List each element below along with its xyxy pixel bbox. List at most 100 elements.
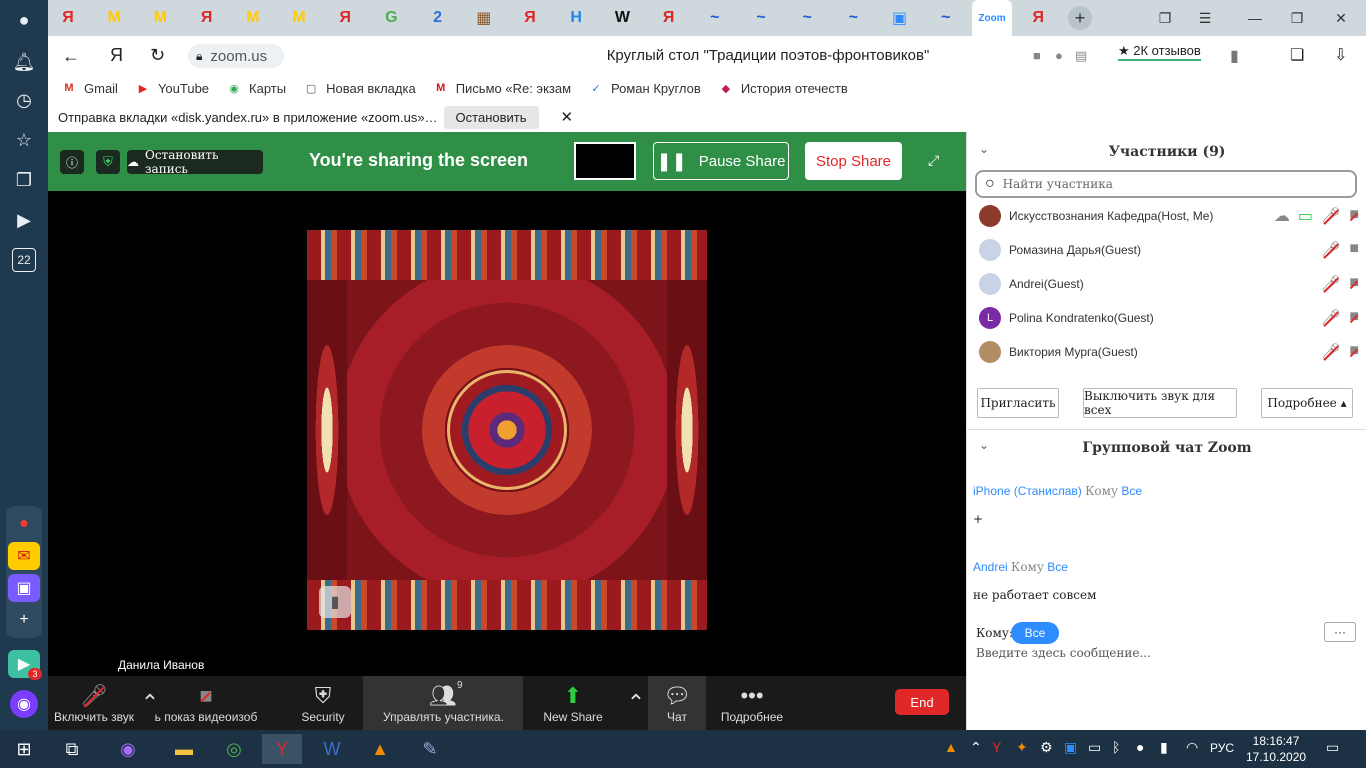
browser-tab[interactable]: Я xyxy=(510,4,550,32)
video-icon[interactable]: ▶ xyxy=(12,208,36,232)
participant-row[interactable]: L Polina Kondratenko(Guest) 🎤︎ ■ xyxy=(979,305,1359,331)
browser-tab[interactable]: ~ xyxy=(695,4,735,32)
stop-share-tab-button[interactable]: Остановить xyxy=(443,105,539,129)
share-options-caret[interactable]: ⌃ xyxy=(626,676,646,730)
back-icon[interactable]: ← xyxy=(62,46,80,67)
browser-tab[interactable]: ~ xyxy=(787,4,827,32)
bookmark-item[interactable]: M Gmail xyxy=(62,81,118,96)
browser-tab[interactable]: ~ xyxy=(833,4,873,32)
yandex-logo-icon[interactable]: Я xyxy=(110,45,123,66)
microphone-muted-icon[interactable]: 🎤︎ xyxy=(1321,308,1341,328)
microphone-muted-icon[interactable]: 🎤︎ xyxy=(1321,240,1341,260)
participant-row[interactable]: Искусствознания Кафедра(Host, Me) ☁ ▭ 🎤︎ ■ xyxy=(979,203,1359,229)
chat-recipient-select[interactable]: Все xyxy=(1011,622,1059,644)
bookmark-item[interactable]: ▢ Новая вкладка xyxy=(304,81,416,96)
browser-tab[interactable]: G xyxy=(371,4,411,32)
reviews-badge[interactable]: ★ 2К отзывов xyxy=(1118,43,1201,61)
mute-all-button[interactable]: Выключить звук для всех xyxy=(1083,388,1237,418)
browser-tab[interactable]: М xyxy=(279,4,319,32)
browser-tab[interactable]: М xyxy=(94,4,134,32)
word-icon[interactable]: W xyxy=(312,734,352,764)
browser-tab[interactable]: ▦ xyxy=(464,4,504,32)
collections-icon[interactable]: ❐ xyxy=(12,168,36,192)
new-tab-button[interactable]: + xyxy=(1068,6,1092,30)
extension-tray-icon[interactable]: ✦ xyxy=(1016,739,1028,756)
chat-input[interactable]: Введите здесь сообщение... xyxy=(976,646,1356,660)
info-icon[interactable]: ⓘ xyxy=(60,150,84,174)
browser-tab[interactable]: Zoom xyxy=(972,0,1012,36)
browser-tab[interactable]: ~ xyxy=(926,4,966,32)
participant-row[interactable]: Andrei(Guest) 🎤︎ ■ xyxy=(979,271,1359,297)
file-explorer-icon[interactable]: ▬ xyxy=(164,734,204,764)
bookmark-item[interactable]: ◆ История отечеств xyxy=(719,81,848,96)
participant-row[interactable]: Ромазина Дарья(Guest) 🎤︎ ■ xyxy=(979,237,1359,263)
reload-icon[interactable]: ↻ xyxy=(150,45,165,66)
browser-tab[interactable]: 2 xyxy=(418,4,458,32)
unmute-button[interactable]: 🎤︎ Включить звук xyxy=(48,676,140,730)
expand-icon[interactable]: ⤢ xyxy=(928,152,939,169)
clock[interactable]: 18:16:47 17.10.2020 xyxy=(1246,733,1306,765)
stop-recording-button[interactable]: ☁ Остановить запись xyxy=(127,148,263,176)
network-tray-icon[interactable]: ⚙ xyxy=(1040,739,1053,756)
mail-icon[interactable]: ✉ xyxy=(8,542,40,570)
camera-muted-icon[interactable]: ■ xyxy=(1349,206,1359,226)
calendar-icon[interactable]: 22 xyxy=(12,248,36,272)
star-icon[interactable]: ☆ xyxy=(12,128,36,152)
profile-icon[interactable]: ● xyxy=(12,8,36,32)
downloads-panel-icon[interactable]: ❏ xyxy=(1290,45,1304,65)
wifi-icon[interactable]: ◠ xyxy=(1186,739,1198,756)
browser-tab[interactable]: М xyxy=(233,4,273,32)
add-icon[interactable]: + xyxy=(8,606,40,634)
security-button[interactable]: ⛨ Security xyxy=(288,676,358,730)
manage-participants-button[interactable]: 👥︎ Управлять участника... xyxy=(363,676,523,730)
messenger-icon[interactable]: ▣ xyxy=(8,574,40,602)
camera-muted-icon[interactable]: ■ xyxy=(1349,342,1359,362)
maps-icon[interactable]: ● xyxy=(8,510,40,538)
bookmark-item[interactable]: ◉ Карты xyxy=(227,81,286,96)
language-indicator[interactable]: РУС xyxy=(1210,741,1234,755)
chat-sender[interactable]: Andrei xyxy=(973,560,1008,574)
browser-tab[interactable]: ▣ xyxy=(880,4,920,32)
paint-icon[interactable]: ✎ xyxy=(410,734,450,764)
tabs-menu-icon[interactable]: ❐ xyxy=(1148,6,1182,30)
browser-tab[interactable]: H xyxy=(556,4,596,32)
close-icon[interactable]: ✕ xyxy=(561,108,574,126)
browser-tab[interactable]: ~ xyxy=(741,4,781,32)
battery-icon[interactable]: ▮ xyxy=(1160,739,1168,756)
bell-icon[interactable]: 🔔︎ xyxy=(12,50,36,74)
share-preview-thumbnail[interactable] xyxy=(574,142,636,180)
display-tray-icon[interactable]: ▭ xyxy=(1088,739,1101,756)
vlc-icon[interactable]: ▲ xyxy=(360,734,400,764)
participant-row[interactable]: Виктория Мурга(Guest) 🎤︎ ■ xyxy=(979,339,1359,365)
shield-icon[interactable]: ⛨ xyxy=(96,150,120,174)
browser-tab[interactable]: W xyxy=(602,4,642,32)
camera-muted-icon[interactable]: ■ xyxy=(1349,274,1359,294)
chat-button[interactable]: 💬︎ Чат xyxy=(648,676,706,730)
more-button[interactable]: ••• Подробнее xyxy=(716,676,788,730)
chat-sender[interactable]: iPhone (Станислав) xyxy=(973,484,1082,498)
end-meeting-button[interactable]: End xyxy=(895,689,949,715)
bookmark-item[interactable]: ▶ YouTube xyxy=(136,81,209,96)
browser-tab[interactable]: Я xyxy=(1018,4,1058,32)
bookmark-icon[interactable]: ▮ xyxy=(1230,46,1239,66)
new-share-button[interactable]: ⬆ New Share xyxy=(528,676,618,730)
microphone-muted-icon[interactable]: 🎤︎ xyxy=(1321,206,1341,226)
pause-share-button[interactable]: ❚❚ Pause Share xyxy=(653,142,789,180)
task-view-icon[interactable]: ⧉ xyxy=(52,734,92,764)
extension-icon[interactable]: ▤ xyxy=(1075,48,1087,64)
bookmark-item[interactable]: ✓ Роман Круглов xyxy=(589,81,700,96)
chrome-icon[interactable]: ◎ xyxy=(214,734,254,764)
chevron-up-icon[interactable]: ⌃ xyxy=(970,739,982,756)
camera-muted-icon[interactable]: ■ xyxy=(1349,308,1359,328)
microphone-muted-icon[interactable]: 🎤︎ xyxy=(1321,342,1341,362)
url-field[interactable]: 🔒︎ zoom.us xyxy=(188,44,284,68)
minimize-button[interactable]: — xyxy=(1238,6,1272,30)
menu-icon[interactable]: ☰ xyxy=(1188,6,1222,30)
start-video-button[interactable]: ■ ь показ видеоизоб xyxy=(155,676,258,730)
alice-taskbar-icon[interactable]: ◉ xyxy=(108,734,148,764)
browser-tab[interactable]: Я xyxy=(649,4,689,32)
camera-icon[interactable]: ■ xyxy=(1033,48,1041,63)
bookmark-icon[interactable]: ▮ xyxy=(319,586,351,618)
browser-tab[interactable]: Я xyxy=(48,4,88,32)
bookmark-item[interactable]: M Письмо «Re: экзам xyxy=(434,81,571,96)
